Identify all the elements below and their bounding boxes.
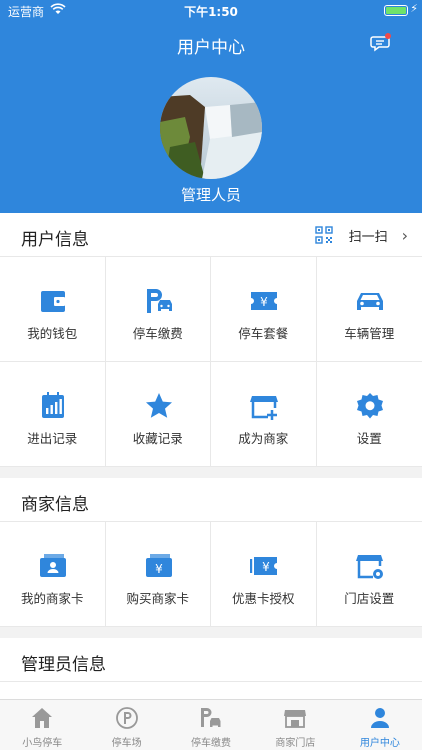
car-icon bbox=[356, 293, 383, 310]
tab-label: 停车场 bbox=[111, 738, 142, 749]
wallet-icon bbox=[41, 291, 65, 312]
tab-parking-pay[interactable]: 停车缴费 bbox=[169, 700, 253, 750]
item-label: 收藏记录 bbox=[132, 431, 183, 446]
settings-button[interactable]: 设置 bbox=[316, 362, 422, 467]
favorites-button[interactable]: 收藏记录 bbox=[105, 362, 211, 467]
merchant-info-header: 商家信息 bbox=[0, 478, 422, 522]
tab-bar: 小鸟停车 停车场 停车缴费 商家门店 用户中心 bbox=[0, 699, 422, 750]
star-icon bbox=[145, 393, 172, 418]
tab-user-center[interactable]: 用户中心 bbox=[338, 700, 422, 750]
merchant-info-section: 商家信息 我的商家卡 ¥ 购买商家卡 ¥ 优惠卡授权 门店设置 bbox=[0, 478, 422, 627]
store-settings-icon bbox=[355, 555, 383, 579]
avatar[interactable] bbox=[160, 77, 262, 179]
parking-pay-icon bbox=[146, 289, 172, 313]
parking-payment-button[interactable]: 停车缴费 bbox=[105, 257, 211, 362]
section-title: 用户信息 bbox=[21, 230, 89, 250]
tab-label: 商家门店 bbox=[275, 738, 316, 749]
entry-exit-records-button[interactable]: 进出记录 bbox=[0, 362, 106, 467]
scan-button[interactable]: 扫一扫 › bbox=[314, 224, 408, 246]
status-time: 下午1:50 bbox=[184, 5, 238, 19]
scan-label: 扫一扫 bbox=[348, 229, 388, 245]
store-settings-button[interactable]: 门店设置 bbox=[316, 522, 422, 627]
section-title: 管理员信息 bbox=[21, 655, 106, 675]
item-label: 我的商家卡 bbox=[20, 591, 84, 606]
admin-info-header: 管理员信息 bbox=[0, 638, 422, 682]
coupon-authorization-button[interactable]: ¥ 优惠卡授权 bbox=[211, 522, 317, 627]
become-merchant-button[interactable]: 成为商家 bbox=[211, 362, 317, 467]
svg-text:¥: ¥ bbox=[155, 562, 163, 576]
tab-label: 用户中心 bbox=[359, 738, 400, 749]
message-icon[interactable] bbox=[370, 32, 392, 54]
vehicle-management-button[interactable]: 车辆管理 bbox=[316, 257, 422, 362]
item-label: 优惠卡授权 bbox=[231, 591, 295, 606]
item-label: 成为商家 bbox=[238, 431, 289, 446]
qr-code-icon bbox=[314, 226, 333, 244]
tab-home[interactable]: 小鸟停车 bbox=[0, 700, 84, 750]
status-bar: 运营商 下午1:50 ⚡ bbox=[0, 0, 422, 22]
tab-parking-lot[interactable]: 停车场 bbox=[84, 700, 168, 750]
header: 运营商 下午1:50 ⚡ 用户中心 管理人员 bbox=[0, 0, 422, 213]
tab-label: 小鸟停车 bbox=[22, 738, 63, 749]
parking-package-button[interactable]: ¥ 停车套餐 bbox=[211, 257, 317, 362]
user-icon bbox=[370, 708, 389, 728]
item-label: 设置 bbox=[356, 431, 382, 446]
battery-icon bbox=[384, 5, 408, 16]
page-title: 用户中心 bbox=[177, 38, 245, 58]
parking-lot-icon bbox=[115, 707, 138, 729]
store-icon bbox=[284, 710, 307, 728]
item-label: 停车缴费 bbox=[132, 326, 183, 341]
gear-icon bbox=[356, 393, 383, 419]
item-label: 我的钱包 bbox=[27, 326, 78, 341]
tab-store[interactable]: 商家门店 bbox=[253, 700, 337, 750]
section-title: 商家信息 bbox=[21, 495, 89, 515]
item-label: 门店设置 bbox=[344, 591, 395, 606]
merchant-card-icon bbox=[40, 554, 66, 577]
become-merchant-icon bbox=[250, 396, 278, 420]
buy-card-icon: ¥ bbox=[145, 554, 172, 577]
item-label: 进出记录 bbox=[27, 431, 78, 446]
my-merchant-card-button[interactable]: 我的商家卡 bbox=[0, 522, 106, 627]
parking-pay-icon bbox=[201, 708, 221, 727]
chevron-right-icon: › bbox=[401, 225, 408, 245]
user-info-header: 用户信息 扫一扫 › bbox=[0, 213, 422, 257]
item-label: 停车套餐 bbox=[238, 326, 289, 341]
parking-package-icon: ¥ bbox=[251, 292, 277, 310]
username: 管理人员 bbox=[180, 186, 241, 204]
my-wallet-button[interactable]: 我的钱包 bbox=[0, 257, 106, 362]
svg-text:¥: ¥ bbox=[262, 560, 270, 574]
records-icon bbox=[42, 392, 64, 418]
item-label: 购买商家卡 bbox=[126, 591, 189, 606]
item-label: 车辆管理 bbox=[344, 326, 395, 341]
admin-info-section: 管理员信息 bbox=[0, 638, 422, 699]
home-icon bbox=[32, 708, 53, 728]
coupon-icon: ¥ bbox=[250, 557, 277, 575]
charging-icon: ⚡ bbox=[410, 2, 418, 15]
tab-label: 停车缴费 bbox=[191, 738, 232, 749]
svg-text:¥: ¥ bbox=[260, 295, 268, 309]
user-info-section: 用户信息 扫一扫 › 我的钱包 停车缴费 ¥ 停车套餐 车辆管理 进出记录 收藏… bbox=[0, 213, 422, 467]
buy-merchant-card-button[interactable]: ¥ 购买商家卡 bbox=[105, 522, 211, 627]
